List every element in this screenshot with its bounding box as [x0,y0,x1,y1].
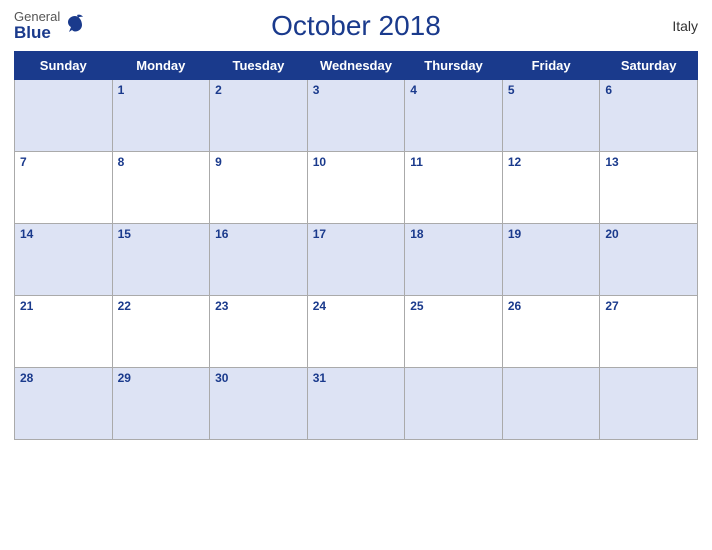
day-cell-22: 22 [112,295,210,367]
day-number-30: 30 [215,371,302,385]
day-number-24: 24 [313,299,400,313]
day-number-23: 23 [215,299,302,313]
day-cell-26: 26 [502,295,600,367]
calendar-header: General Blue October 2018 Italy [14,10,698,43]
day-cell-17: 17 [307,223,405,295]
empty-cell [15,79,113,151]
logo-text-block: General Blue [14,10,60,43]
day-number-18: 18 [410,227,497,241]
day-number-16: 16 [215,227,302,241]
day-number-9: 9 [215,155,302,169]
day-number-4: 4 [410,83,497,97]
day-cell-14: 14 [15,223,113,295]
col-friday: Friday [502,51,600,79]
month-title: October 2018 [114,10,598,42]
logo-block: General Blue [14,10,86,43]
day-cell-28: 28 [15,367,113,439]
day-number-31: 31 [313,371,400,385]
day-number-12: 12 [508,155,595,169]
day-cell-2: 2 [210,79,308,151]
col-sunday: Sunday [15,51,113,79]
day-cell-12: 12 [502,151,600,223]
col-monday: Monday [112,51,210,79]
week-row-1: 123456 [15,79,698,151]
week-row-2: 789 10 11 12 13 [15,151,698,223]
calendar-table: Sunday Monday Tuesday Wednesday Thursday… [14,51,698,440]
days-header-row: Sunday Monday Tuesday Wednesday Thursday… [15,51,698,79]
day-number-22: 22 [118,299,205,313]
day-cell-31: 31 [307,367,405,439]
day-cell-27: 27 [600,295,698,367]
day-cell-15: 15 [112,223,210,295]
day-cell-8: 8 [112,151,210,223]
day-cell-4: 4 [405,79,503,151]
day-cell-3: 3 [307,79,405,151]
day-cell-11: 11 [405,151,503,223]
day-cell-19: 19 [502,223,600,295]
day-number-15: 15 [118,227,205,241]
day-number-21: 21 [20,299,107,313]
week-row-4: 21 22 23 24 25 26 27 [15,295,698,367]
day-cell-7: 7 [15,151,113,223]
day-number-5: 5 [508,83,595,97]
day-number-3: 3 [313,83,400,97]
day-cell-23: 23 [210,295,308,367]
day-number-11: 11 [410,155,497,169]
day-cell-20: 20 [600,223,698,295]
day-number-20: 20 [605,227,692,241]
day-number-26: 26 [508,299,595,313]
day-number-14: 14 [20,227,107,241]
day-number-10: 10 [313,155,400,169]
day-number-28: 28 [20,371,107,385]
empty-cell [405,367,503,439]
logo-bird-icon [64,13,86,40]
day-cell-24: 24 [307,295,405,367]
day-cell-18: 18 [405,223,503,295]
col-saturday: Saturday [600,51,698,79]
day-cell-29: 29 [112,367,210,439]
day-number-8: 8 [118,155,205,169]
day-number-27: 27 [605,299,692,313]
logo-general: General [14,10,60,24]
col-wednesday: Wednesday [307,51,405,79]
empty-cell [502,367,600,439]
day-cell-10: 10 [307,151,405,223]
day-cell-5: 5 [502,79,600,151]
country-label: Italy [598,18,698,34]
day-number-6: 6 [605,83,692,97]
empty-cell [600,367,698,439]
day-cell-6: 6 [600,79,698,151]
day-number-17: 17 [313,227,400,241]
day-cell-21: 21 [15,295,113,367]
week-row-5: 28 29 30 31 [15,367,698,439]
day-number-7: 7 [20,155,107,169]
calendar-container: General Blue October 2018 Italy Sunday M… [0,0,712,550]
col-tuesday: Tuesday [210,51,308,79]
day-number-1: 1 [118,83,205,97]
day-number-19: 19 [508,227,595,241]
day-number-2: 2 [215,83,302,97]
day-number-25: 25 [410,299,497,313]
col-thursday: Thursday [405,51,503,79]
day-cell-25: 25 [405,295,503,367]
logo-blue: Blue [14,24,60,43]
day-cell-16: 16 [210,223,308,295]
day-cell-1: 1 [112,79,210,151]
day-number-29: 29 [118,371,205,385]
logo-area: General Blue [14,10,114,43]
day-number-13: 13 [605,155,692,169]
day-cell-30: 30 [210,367,308,439]
day-cell-13: 13 [600,151,698,223]
week-row-3: 14 15 16 17 18 19 20 [15,223,698,295]
day-cell-9: 9 [210,151,308,223]
